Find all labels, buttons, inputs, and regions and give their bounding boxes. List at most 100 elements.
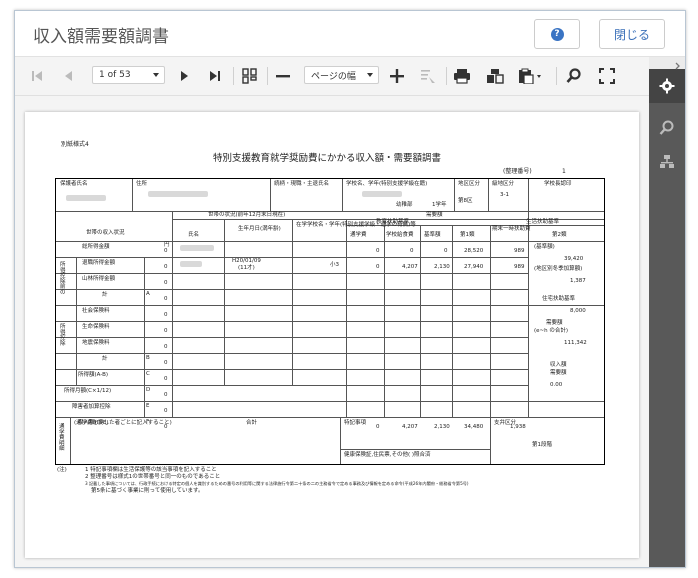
quake-insurance-label: 地震保険料 <box>82 340 110 346</box>
sum-b-value: 0 <box>164 360 168 366</box>
toolbar-separator <box>233 67 234 85</box>
principal-label: 学校長認印 <box>544 181 572 187</box>
next-page-icon[interactable] <box>174 66 194 86</box>
first-category-label: 第1類 <box>460 232 475 238</box>
zoom-out-icon[interactable] <box>273 66 293 86</box>
r1-seasonal: 989 <box>514 248 525 254</box>
total-income-label: 総所得金額 <box>82 244 110 250</box>
document-viewer[interactable]: 別紙様式4 特別支援教育就学奨励費にかかる収入額・需要額調書 (整理番号) 1 <box>15 96 649 567</box>
support-class-label: 支弁区分 <box>494 420 517 426</box>
report-window: 収入額需要額調書 ? 閉じる 1 of 53 ページの幅 別紙様式4 特別支援教… <box>14 10 686 568</box>
sum-a-value: 0 <box>164 296 168 302</box>
region-label: 地区区分 <box>458 181 481 187</box>
side-panel-collapse[interactable] <box>649 57 685 70</box>
demand-label: 需要額 <box>426 212 443 218</box>
school-grade-label: 在学学校名・学年(特別支援学級・通学の有無)等 <box>296 222 416 228</box>
close-button[interactable]: 閉じる <box>599 19 665 49</box>
window-title: 収入額需要額調書 <box>33 27 169 47</box>
r2-commute: 0 <box>376 264 380 270</box>
r2-base: 2,130 <box>434 264 450 270</box>
fullscreen-icon[interactable] <box>597 66 617 86</box>
letter-d: D <box>146 387 151 393</box>
r1-first: 28,520 <box>464 248 484 254</box>
sum-a-label: 計 <box>102 292 108 298</box>
letter-b: B <box>146 355 150 361</box>
document-map-icon[interactable] <box>658 153 676 171</box>
demand-sub-label: (e~h の合計) <box>534 328 569 334</box>
print-icon[interactable] <box>452 66 472 86</box>
thumbnails-icon[interactable] <box>240 66 260 86</box>
grid-line <box>132 179 133 211</box>
year-value: 1学年 <box>432 202 447 208</box>
total-first: 34,480 <box>464 424 484 430</box>
chevron-right-icon <box>675 62 680 70</box>
redacted-member-2 <box>180 261 202 267</box>
redacted-school <box>362 191 402 197</box>
first-page-icon[interactable] <box>27 66 47 86</box>
seasonal-label: 期末一時扶助費 <box>492 226 531 232</box>
grid-line <box>292 219 293 385</box>
social-insurance-label: 社会保険料 <box>82 308 110 314</box>
grid-line <box>340 449 490 450</box>
school-value: 幼稚部 <box>396 202 413 208</box>
commute-detail-label: 通学費明細 <box>59 424 65 452</box>
ratio-label: 収入額 <box>550 362 567 368</box>
help-button[interactable]: ? <box>534 19 580 49</box>
grid-line <box>56 211 604 212</box>
search-icon[interactable] <box>564 66 584 86</box>
insurance-check-note: 健康保険証,住民票,その他( )照合済 <box>344 452 431 458</box>
side-panel <box>649 57 685 567</box>
r1-base: 0 <box>444 248 448 254</box>
document-title: 特別支援教育就学奨励費にかかる収入額・需要額調書 <box>213 153 442 164</box>
grid-line <box>56 385 528 386</box>
note-4: 第5条に基づく事業に則って使用しています。 <box>91 488 204 494</box>
total-lunch: 4,207 <box>402 424 418 430</box>
guardian-label: 保護者氏名 <box>60 181 88 187</box>
letter-a: A <box>146 291 150 297</box>
lunch-label: 学校給食費 <box>386 232 414 238</box>
annotation-icon[interactable] <box>418 66 438 86</box>
second-category-label: 第2類 <box>552 232 567 238</box>
serial-label: (整理番号) <box>503 168 532 175</box>
note-1: 1 特記事項欄は生活保護等の該当事項を記入すること <box>85 467 217 473</box>
total-base: 2,130 <box>434 424 450 430</box>
page-select[interactable]: 1 of 53 <box>92 66 165 84</box>
monthly-income-label: 所得月額(C×1/12) <box>64 388 112 394</box>
grid-line <box>270 179 271 211</box>
chevron-down-icon <box>367 73 373 77</box>
zoom-select[interactable]: ページの幅 <box>304 66 379 84</box>
household-label: 世帯の状況(前年12月末日現在) <box>208 212 286 218</box>
disability-value: 0 <box>164 408 168 414</box>
school-kind-value: 小3 <box>330 262 339 268</box>
grid-line <box>490 225 491 417</box>
help-icon: ? <box>550 27 564 41</box>
last-page-icon[interactable] <box>205 66 225 86</box>
forest-income-label: 山林所得金額 <box>82 276 116 282</box>
export-icon[interactable] <box>485 66 505 86</box>
quake-value: 0 <box>164 344 168 350</box>
grid-line <box>70 417 71 464</box>
toolbar-separator <box>556 67 557 85</box>
disability-label: 障害者加算控除 <box>72 404 111 410</box>
social-value: 0 <box>164 312 168 318</box>
income-ab-value: 0 <box>164 376 168 382</box>
grid-line <box>454 179 455 211</box>
region-add-label: (地区別冬季加算額) <box>534 266 583 272</box>
monthly-value: 0 <box>164 392 168 398</box>
pre-tax-label: 所得控除前の <box>60 262 66 296</box>
base-label: 基準額 <box>424 232 441 238</box>
save-menu-icon[interactable] <box>515 66 545 86</box>
toolbar-separator <box>267 67 268 85</box>
search-panel-icon[interactable] <box>658 119 676 137</box>
grid-line <box>144 257 145 417</box>
previous-page-icon[interactable] <box>59 66 79 86</box>
grid-line <box>384 225 385 417</box>
zoom-in-icon[interactable] <box>387 66 407 86</box>
notes-heading: (注) <box>57 467 67 473</box>
gear-icon[interactable] <box>658 77 676 95</box>
ratio-value: 0.00 <box>550 382 563 388</box>
grid-line <box>420 225 421 417</box>
redacted-address <box>148 191 208 197</box>
birth-date-value: H20/01/09 <box>232 258 261 264</box>
demand-total-value: 111,342 <box>564 340 587 346</box>
